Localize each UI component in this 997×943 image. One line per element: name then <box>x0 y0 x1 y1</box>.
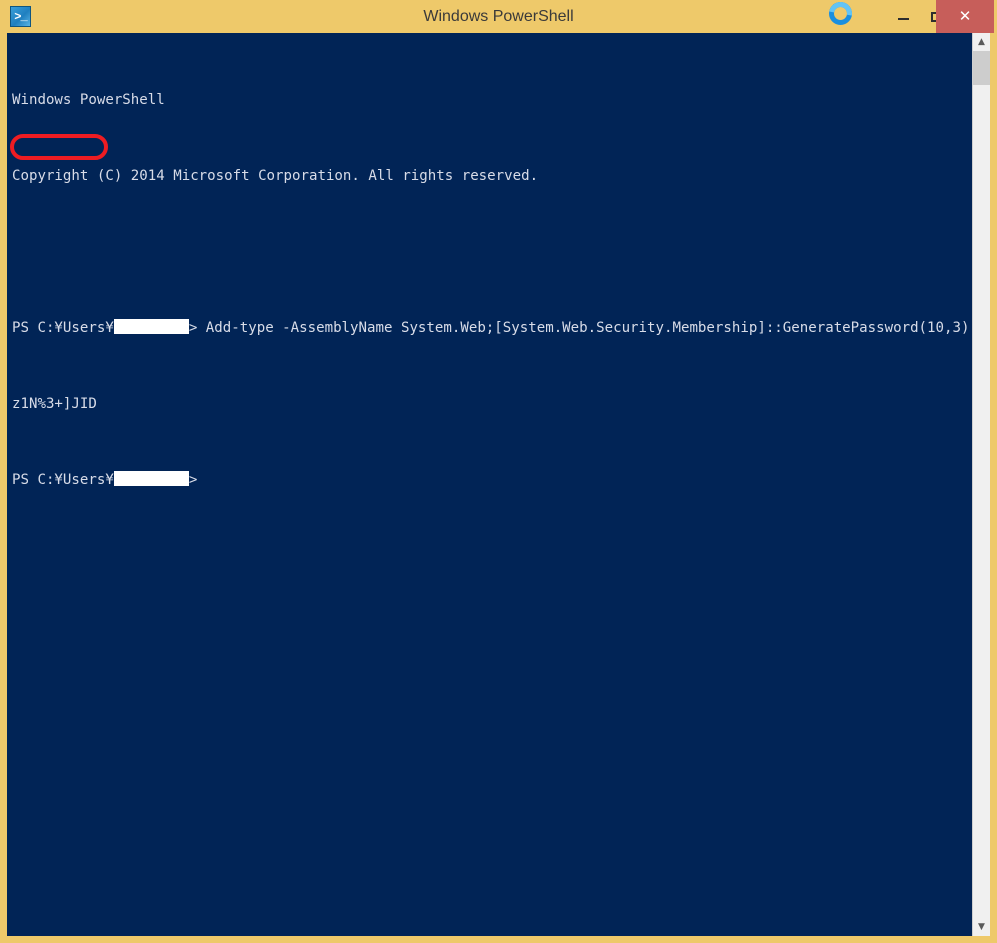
busy-ring-icon <box>829 2 852 25</box>
console-line: Copyright (C) 2014 Microsoft Corporation… <box>12 167 967 186</box>
minimize-button[interactable] <box>888 0 919 33</box>
scroll-down-icon[interactable]: ▼ <box>973 918 990 936</box>
prompt-2-prefix-text: PS C:¥Users¥ <box>12 472 114 488</box>
powershell-icon-glyph: >_ <box>14 9 27 24</box>
close-icon: ✕ <box>958 8 972 25</box>
scroll-up-icon[interactable]: ▲ <box>973 33 990 51</box>
redacted-username <box>113 319 189 334</box>
console-line-password-output: z1N%3+]JID <box>12 395 967 414</box>
close-button[interactable]: ✕ <box>936 0 994 33</box>
banner-copyright-text: Copyright (C) 2014 Microsoft Corporation… <box>12 168 539 184</box>
prompt-1-prefix-text: PS C:¥Users¥ <box>12 320 114 336</box>
scrollbar-thumb[interactable] <box>973 51 990 85</box>
powershell-icon: >_ <box>10 6 31 27</box>
generated-password-text: z1N%3+]JID <box>12 396 97 412</box>
console-line-prompt-2: PS C:¥Users¥ > <box>12 471 967 490</box>
console-line: Windows PowerShell <box>12 91 967 110</box>
console-text: Windows PowerShell Copyright (C) 2014 Mi… <box>12 34 970 547</box>
minimize-icon <box>898 17 909 20</box>
prompt-2-caret-text: > <box>188 472 198 488</box>
prompt-1-command-text: > Add-type -AssemblyName System.Web;[Sys… <box>188 320 970 336</box>
banner-title-text: Windows PowerShell <box>12 92 165 108</box>
console-output-area[interactable]: Windows PowerShell Copyright (C) 2014 Mi… <box>7 33 990 936</box>
redacted-username <box>113 471 189 486</box>
titlebar[interactable]: >_ Windows PowerShell ✕ <box>0 0 997 33</box>
console-line-prompt-1: PS C:¥Users¥ > Add-type -AssemblyName Sys… <box>12 319 970 338</box>
powershell-window: >_ Windows PowerShell ✕ Windows PowerShe… <box>0 0 997 943</box>
vertical-scrollbar[interactable]: ▲ ▼ <box>972 33 990 936</box>
